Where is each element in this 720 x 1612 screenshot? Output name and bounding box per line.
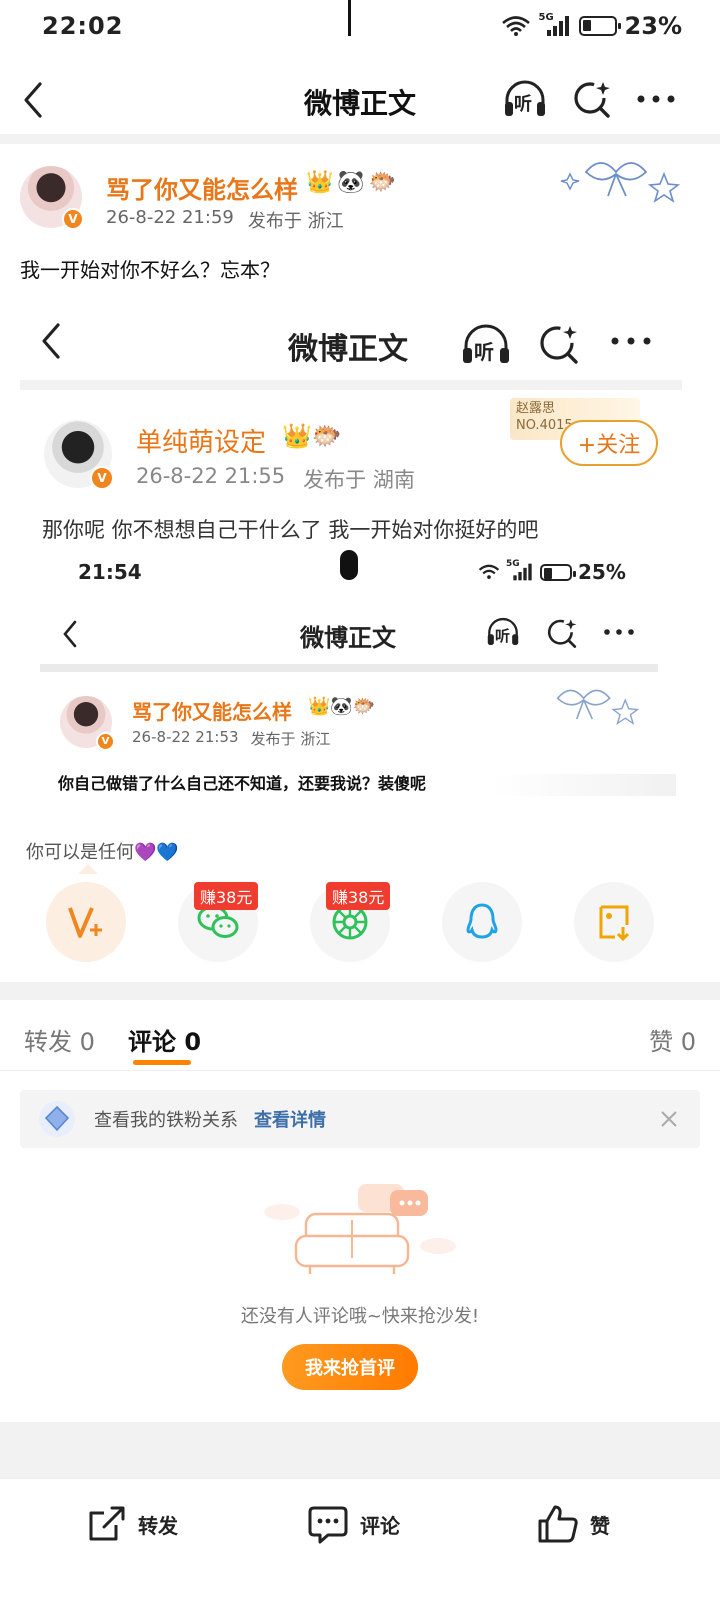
post-date: 26-8-22 21:59 <box>106 207 234 228</box>
search-icon <box>540 326 578 364</box>
divider <box>0 982 720 1000</box>
crown-icon: 👑 <box>308 696 331 717</box>
comment-button[interactable]: 评论 <box>306 1503 400 1545</box>
post-meta: 26-8-22 21:59 发布于 浙江 <box>106 207 344 233</box>
embedded-title: 微博正文 <box>288 332 408 367</box>
listen-button[interactable]: 听 <box>502 78 548 120</box>
embedded-author: 单纯萌设定 <box>136 428 267 458</box>
like-button[interactable]: 赞 <box>536 1503 610 1545</box>
tab-repost[interactable]: 转发 0 <box>24 1022 95 1057</box>
reward-tag-moments: 赚38元 <box>326 882 391 910</box>
author-name[interactable]: 骂了你又能怎么样 <box>106 170 298 205</box>
back-arrow-icon <box>63 620 77 648</box>
puffer-icon: 🐡 <box>352 696 376 717</box>
qq-icon <box>466 903 498 939</box>
embedded-meta: 26-8-22 21:55 发布于 湖南 <box>136 464 415 492</box>
save-image-button[interactable] <box>574 882 654 962</box>
status-time: 22:02 <box>42 12 124 40</box>
author-avatar[interactable]: V <box>20 166 84 230</box>
post-location: 发布于 浙江 <box>247 211 344 232</box>
page-title: 微博正文 <box>303 87 416 120</box>
fan-relation-banner[interactable]: 查看我的铁粉关系 查看详情 <box>20 1090 700 1148</box>
bottom-bar: 转发 评论 赞 <box>0 1478 720 1612</box>
vplus-icon <box>68 907 102 938</box>
post-text: 我一开始对你不好么？忘本？ <box>20 258 280 282</box>
share-qq-button[interactable] <box>442 882 522 962</box>
comment-label: 评论 <box>360 1513 400 1538</box>
divider <box>0 134 720 144</box>
listen-icon: 听 <box>460 322 512 366</box>
follow-button: +关注 <box>560 420 658 466</box>
listen-icon: 听 <box>484 616 522 648</box>
back-arrow-icon <box>42 323 60 359</box>
divider <box>0 1422 720 1478</box>
close-icon[interactable] <box>660 1110 678 1128</box>
tab-indicator <box>133 1060 191 1065</box>
embedded-text: 那你呢 你不想想自己干什么了 我一开始对你挺好的吧 <box>42 518 539 542</box>
search-icon <box>547 619 577 648</box>
cellular-icon: 5G <box>539 12 571 38</box>
more-icon[interactable] <box>636 94 676 104</box>
more-icon <box>611 337 651 345</box>
empty-sofa-illustration <box>264 1184 456 1274</box>
nested-camera <box>340 550 358 580</box>
repost-label: 转发 <box>138 1513 178 1538</box>
camera-notch <box>348 0 351 36</box>
puffer-icon: 🐡 <box>311 422 342 450</box>
crown-icon: 👑 <box>306 170 334 195</box>
nested-title: 微博正文 <box>300 624 396 652</box>
fan-banner-text: 查看我的铁粉关系 <box>94 1110 238 1131</box>
embedded-avatar: V <box>44 420 114 490</box>
save-image-icon <box>599 905 630 941</box>
verified-badge-icon: V <box>62 208 84 230</box>
embedded-image-1[interactable]: 微博正文 听 V 单纯萌设定 👑🐡 26-8-22 21:55 发布于 湖南 赵露… <box>20 296 682 800</box>
comment-icon <box>308 1506 348 1544</box>
embedded-emblems: 👑🐡 <box>282 422 342 450</box>
tab-comment[interactable]: 评论 0 <box>128 1022 201 1057</box>
wifi-icon <box>501 16 530 36</box>
listen-label: 听 <box>514 94 532 115</box>
decoration-bow-icon <box>560 162 681 203</box>
search-icon[interactable] <box>572 78 612 120</box>
status-icons: 5G 23% <box>501 12 682 40</box>
crown-icon: 👑 <box>282 422 312 450</box>
fan-banner-link[interactable]: 查看详情 <box>254 1106 326 1132</box>
diamond-icon <box>39 1101 75 1137</box>
share-vplus-button[interactable] <box>46 882 126 962</box>
thumbs-up-icon <box>538 1505 578 1543</box>
like-label: 赞 <box>590 1513 610 1538</box>
top-nav: 微博正文 听 <box>0 64 720 136</box>
nested-text: 你自己做错了什么自己还不知道，还要我说？装傻呢 <box>58 774 427 793</box>
status-bar: 22:02 5G 23% <box>0 0 720 56</box>
repost-button[interactable]: 转发 <box>86 1503 178 1545</box>
nested-meta: 26-8-22 21:53 发布于 浙江 <box>132 728 331 748</box>
author-emblems: 👑 🐼 🐡 <box>306 170 396 195</box>
nested-status: 5G 25% <box>478 559 626 584</box>
more-icon <box>604 629 634 635</box>
battery-percent: 23% <box>624 12 682 40</box>
puffer-icon: 🐡 <box>368 170 397 195</box>
empty-message: 还没有人评论哦~快来抢沙发! <box>240 1306 480 1327</box>
panda-icon: 🐼 <box>337 170 365 195</box>
battery-icon <box>578 16 621 36</box>
reward-tag-wechat: 赚38元 <box>194 882 259 910</box>
repost-icon <box>89 1506 125 1541</box>
nested-time: 21:54 <box>78 560 142 584</box>
share-prompt: 你可以是任何💜💙 <box>26 842 179 863</box>
panda-icon: 🐼 <box>330 696 353 717</box>
tab-like[interactable]: 赞 0 <box>649 1022 696 1057</box>
nested-avatar: V <box>60 696 115 751</box>
nested-author: 骂了你又能怎么样 <box>132 700 292 724</box>
decoration-bow-icon <box>556 689 640 726</box>
first-comment-button[interactable]: 我来抢首评 <box>282 1344 418 1390</box>
